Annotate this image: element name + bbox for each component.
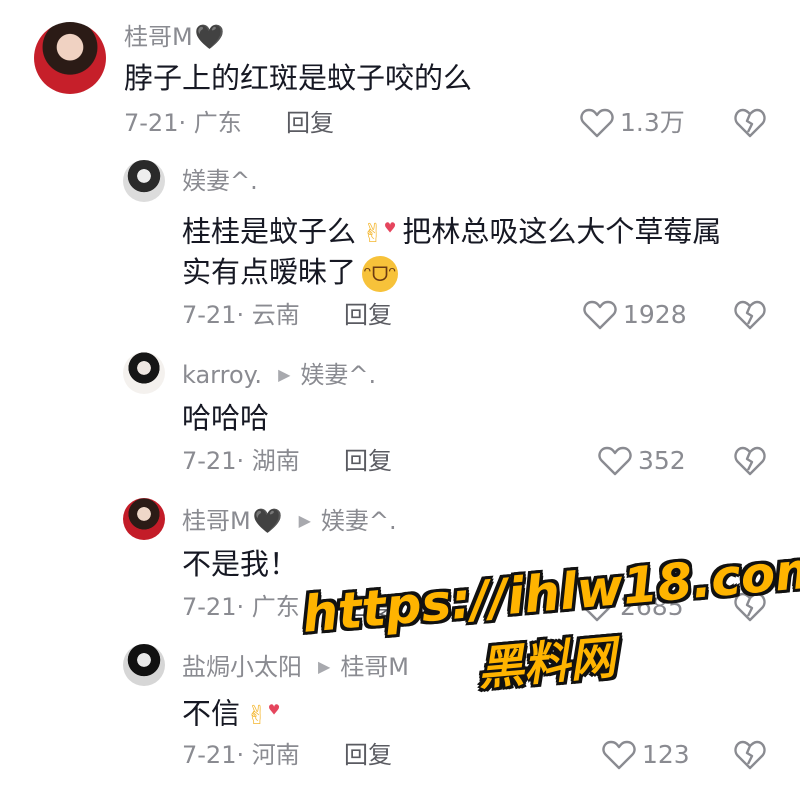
comment-text: 哈哈哈: [182, 401, 270, 435]
comment-date-location: 7-21· 广东: [124, 109, 242, 137]
laughing-face-emoji: ᵔᗜᵔ: [362, 256, 399, 292]
like-count: 352: [638, 446, 686, 475]
play-arrow-icon: ▶: [298, 511, 311, 530]
comment-date-location: 7-21· 广东: [182, 593, 300, 621]
finger-heart-emoji: ✌♥: [246, 700, 281, 731]
comment-text: 不信 ✌♥: [182, 696, 281, 731]
comment-text: 桂桂是蚊子么 ✌♥ 把林总吸这么大个草莓属: [182, 214, 722, 249]
heart-outline-icon: [583, 300, 617, 330]
comment-author[interactable]: karroy. ▶ 媄妻^.: [182, 360, 376, 390]
comment-date-location: 7-21· 湖南: [182, 447, 300, 475]
heart-outline-icon: [580, 108, 614, 138]
heart-outline-icon: [580, 592, 614, 622]
broken-heart-icon: [734, 300, 766, 330]
reply-button[interactable]: 回复: [286, 108, 334, 138]
broken-heart-icon: [734, 592, 766, 622]
avatar[interactable]: [123, 644, 165, 686]
like-count: 1928: [623, 300, 687, 329]
like-count: 123: [642, 740, 690, 769]
like-count: 2685: [620, 592, 684, 621]
like-button[interactable]: 2685: [580, 592, 684, 622]
like-count: 1.3万: [620, 108, 685, 137]
avatar[interactable]: [123, 160, 165, 202]
comment-author[interactable]: 媄妻^.: [182, 166, 258, 196]
avatar[interactable]: [34, 22, 106, 94]
play-arrow-icon: ▶: [318, 657, 331, 676]
broken-heart-icon: [734, 740, 766, 770]
watermark: https://ihlw18.com 黑料网: [300, 540, 800, 736]
comment-date-location: 7-21· 河南: [182, 741, 300, 769]
avatar[interactable]: [123, 352, 165, 394]
like-button[interactable]: 123: [602, 740, 690, 770]
comment-author[interactable]: 桂哥M 🖤 ▶ 媄妻^.: [182, 506, 397, 536]
like-button[interactable]: 352: [598, 446, 686, 476]
comment-text: 脖子上的红斑是蚊子咬的么: [124, 61, 473, 95]
finger-heart-emoji: ✌♥: [362, 218, 397, 249]
dislike-button[interactable]: [734, 592, 766, 622]
dislike-button[interactable]: [734, 108, 766, 138]
comment-text: 不是我！: [182, 547, 299, 581]
heart-outline-icon: [598, 446, 632, 476]
dislike-button[interactable]: [734, 300, 766, 330]
watermark-site-name: 黑料网: [475, 629, 618, 696]
reply-to-name[interactable]: 桂哥M: [340, 652, 409, 682]
broken-heart-icon: [734, 446, 766, 476]
comment-author[interactable]: 桂哥M 🖤: [124, 22, 225, 52]
broken-heart-icon: [734, 108, 766, 138]
play-arrow-icon: ▶: [278, 365, 291, 384]
reply-button[interactable]: 回复: [344, 592, 392, 622]
reply-button[interactable]: 回复: [344, 740, 392, 770]
comment-date-location: 7-21· 云南: [182, 301, 300, 329]
black-heart-emoji: 🖤: [252, 507, 283, 535]
reply-button[interactable]: 回复: [344, 300, 392, 330]
black-heart-emoji: 🖤: [194, 23, 225, 51]
avatar[interactable]: [123, 498, 165, 540]
heart-outline-icon: [602, 740, 636, 770]
reply-to-name[interactable]: 媄妻^.: [321, 506, 397, 536]
comment-text-line2: 实有点暧昧了 ᵔᗜᵔ: [182, 250, 399, 294]
comment-author[interactable]: 盐焗小太阳 ▶ 桂哥M: [182, 652, 409, 682]
reply-to-name[interactable]: 媄妻^.: [300, 360, 376, 390]
dislike-button[interactable]: [734, 446, 766, 476]
dislike-button[interactable]: [734, 740, 766, 770]
like-button[interactable]: 1.3万: [580, 108, 685, 138]
like-button[interactable]: 1928: [583, 300, 687, 330]
reply-button[interactable]: 回复: [344, 446, 392, 476]
